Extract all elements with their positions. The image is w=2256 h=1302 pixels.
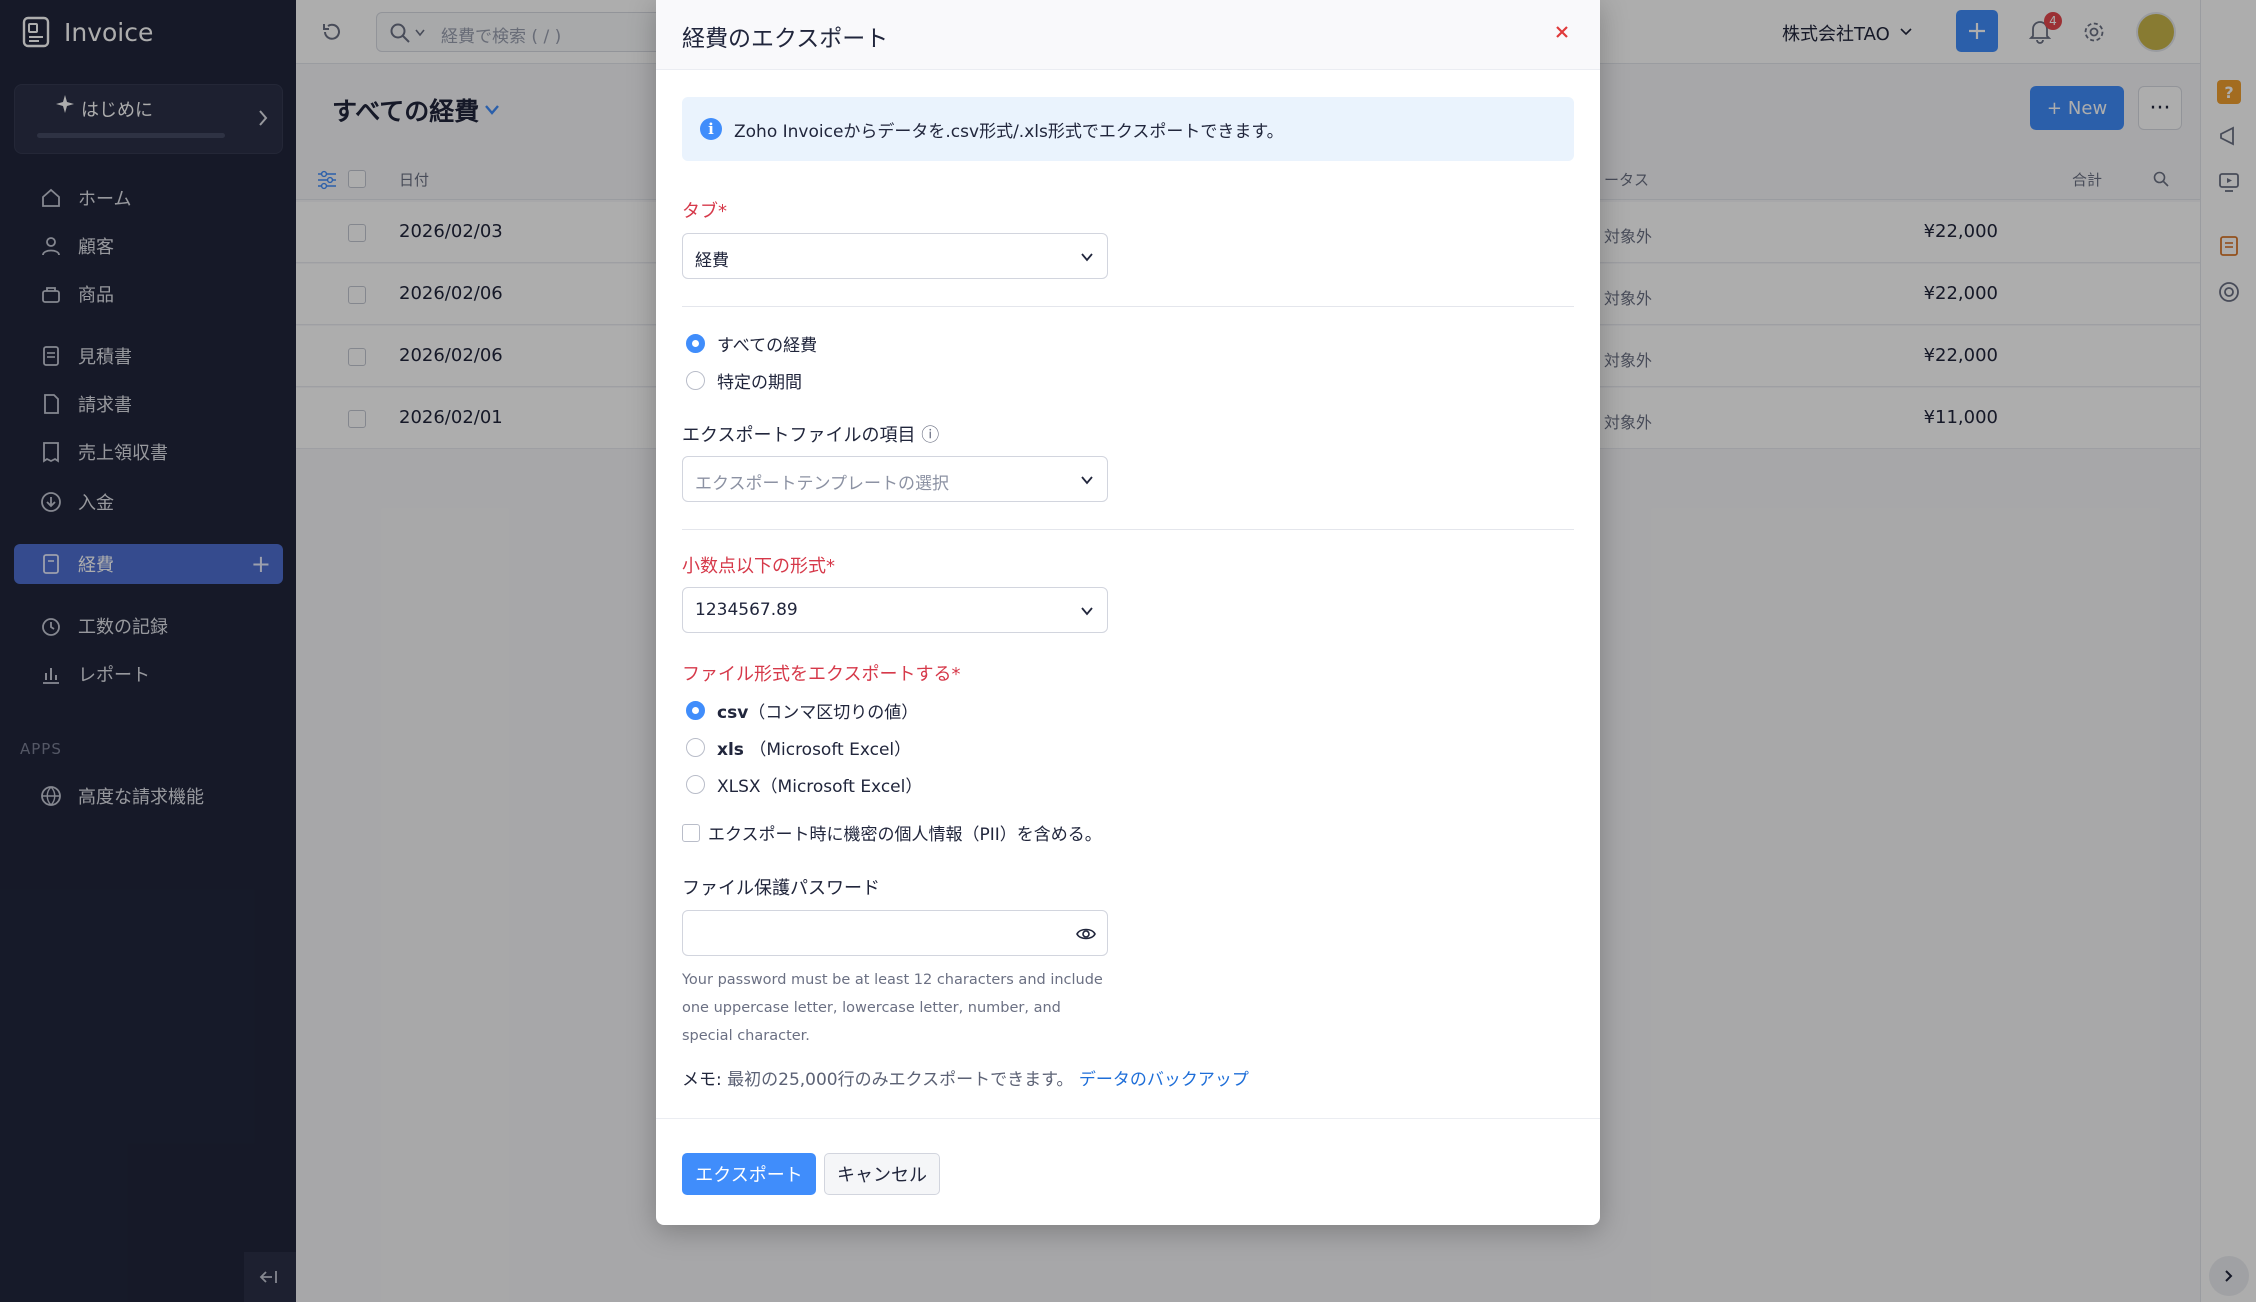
radio-circle	[686, 775, 705, 794]
export-note: メモ: 最初の25,000行のみエクスポートできます。 データのバックアップ	[682, 1065, 1249, 1090]
info-banner: i Zoho Invoiceからデータを.csv形式/.xls形式でエクスポート…	[682, 97, 1574, 161]
template-select[interactable]: エクスポートテンプレートの選択	[682, 456, 1108, 502]
export-modal: 経費のエクスポート i Zoho Invoiceからデータを.csv形式/.xl…	[656, 0, 1600, 1225]
close-icon[interactable]	[1548, 18, 1576, 46]
divider	[682, 306, 1574, 307]
radio-specific-period[interactable]: 特定の期間	[686, 368, 802, 393]
info-text: Zoho Invoiceからデータを.csv形式/.xls形式でエクスポートでき…	[734, 122, 1284, 142]
radio-format-xls[interactable]: xls （Microsoft Excel）	[686, 735, 911, 760]
radio-format-csv[interactable]: csv（コンマ区切りの値）	[686, 698, 918, 723]
modal-title: 経費のエクスポート	[682, 26, 889, 52]
chevron-down-icon	[1081, 476, 1093, 485]
note-prefix: メモ:	[682, 1070, 728, 1090]
template-label-text: エクスポートファイルの項目	[682, 425, 916, 446]
radio-circle	[686, 371, 705, 390]
divider	[682, 529, 1574, 530]
file-format-label: ファイル形式をエクスポートする*	[682, 664, 961, 685]
cancel-button[interactable]: キャンセル	[824, 1153, 940, 1195]
radio-circle	[686, 701, 705, 720]
password-help-text: Your password must be at least 12 charac…	[682, 972, 1103, 1044]
password-input[interactable]	[682, 910, 1108, 956]
template-select-placeholder: エクスポートテンプレートの選択	[695, 474, 949, 494]
modal-footer: エクスポート キャンセル	[656, 1118, 1600, 1225]
chevron-down-icon	[1081, 253, 1093, 262]
export-button[interactable]: エクスポート	[682, 1153, 816, 1195]
radio-all-expenses[interactable]: すべての経費	[686, 331, 817, 356]
radio-label: xls （Microsoft Excel）	[717, 740, 912, 760]
radio-label: 特定の期間	[717, 373, 802, 393]
chevron-down-icon	[1081, 607, 1093, 616]
password-label: ファイル保護パスワード	[682, 878, 880, 899]
radio-format-xlsx[interactable]: XLSX（Microsoft Excel）	[686, 772, 922, 797]
template-label: エクスポートファイルの項目 ⓘ	[682, 421, 939, 447]
tab-label: タブ*	[682, 201, 727, 222]
backup-link[interactable]: データのバックアップ	[1079, 1070, 1249, 1090]
decimal-format-select[interactable]: 1234567.89	[682, 587, 1108, 633]
note-text: 最初の25,000行のみエクスポートできます。	[727, 1070, 1074, 1090]
info-circle-icon[interactable]: ⓘ	[921, 425, 939, 446]
checkbox-label: エクスポート時に機密の個人情報（PII）を含める。	[708, 825, 1102, 845]
radio-circle	[686, 334, 705, 353]
decimal-format-label: 小数点以下の形式*	[682, 556, 835, 577]
modal-header: 経費のエクスポート	[656, 0, 1600, 70]
checkbox-box	[682, 823, 700, 842]
info-icon: i	[700, 118, 722, 140]
tab-select[interactable]: 経費	[682, 233, 1108, 279]
tab-select-value: 経費	[695, 251, 729, 271]
radio-label: XLSX（Microsoft Excel）	[717, 777, 923, 797]
radio-label: すべての経費	[717, 336, 818, 356]
radio-label: csv（コンマ区切りの値）	[717, 703, 919, 723]
eye-icon[interactable]	[1075, 923, 1097, 945]
decimal-format-value: 1234567.89	[695, 600, 798, 620]
radio-circle	[686, 738, 705, 757]
include-pii-checkbox[interactable]: エクスポート時に機密の個人情報（PII）を含める。	[682, 820, 1102, 845]
